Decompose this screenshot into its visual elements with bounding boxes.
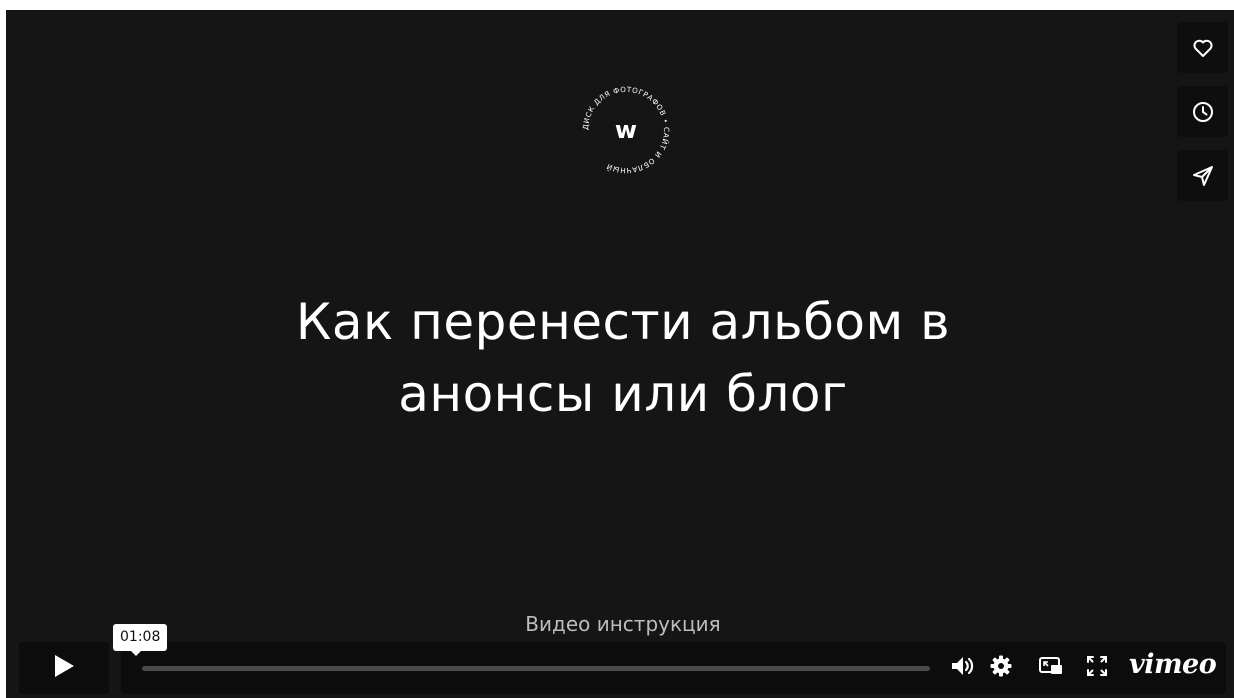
watch-later-button[interactable]	[1177, 86, 1228, 137]
logo-letter: w	[615, 116, 637, 144]
progress-bar[interactable]	[142, 666, 930, 671]
video-title-line1: Как перенести альбом в	[295, 293, 951, 351]
picture-in-picture-button[interactable]	[1037, 654, 1065, 682]
vimeo-logo[interactable]: vimeo	[1129, 649, 1217, 680]
pip-icon	[1038, 655, 1064, 681]
settings-button[interactable]	[987, 654, 1015, 682]
control-bar: vimeo	[121, 642, 1226, 694]
channel-logo: ДИСК ДЛЯ ФОТОГРАФОВ • САЙТ И ОБЛАЧНЫЙ w	[576, 80, 676, 180]
video-player[interactable]: ДИСК ДЛЯ ФОТОГРАФОВ • САЙТ И ОБЛАЧНЫЙ w	[6, 10, 1234, 698]
video-subtitle: Видео инструкция	[525, 612, 721, 636]
volume-button[interactable]	[949, 654, 977, 682]
clock-icon	[1191, 100, 1215, 124]
video-title-line2: анонсы или блог	[398, 365, 848, 423]
play-button[interactable]	[19, 642, 109, 694]
video-title: Как перенести альбом в анонсы или блог	[6, 286, 1234, 430]
volume-icon	[949, 654, 977, 682]
play-icon	[52, 653, 76, 683]
fullscreen-icon	[1085, 654, 1109, 682]
heart-icon	[1191, 36, 1215, 60]
fullscreen-button[interactable]	[1083, 654, 1111, 682]
share-button[interactable]	[1177, 150, 1228, 201]
time-tooltip: 01:08	[113, 624, 168, 656]
like-button[interactable]	[1177, 22, 1228, 73]
paper-plane-icon	[1191, 164, 1215, 188]
gear-icon	[989, 654, 1013, 682]
